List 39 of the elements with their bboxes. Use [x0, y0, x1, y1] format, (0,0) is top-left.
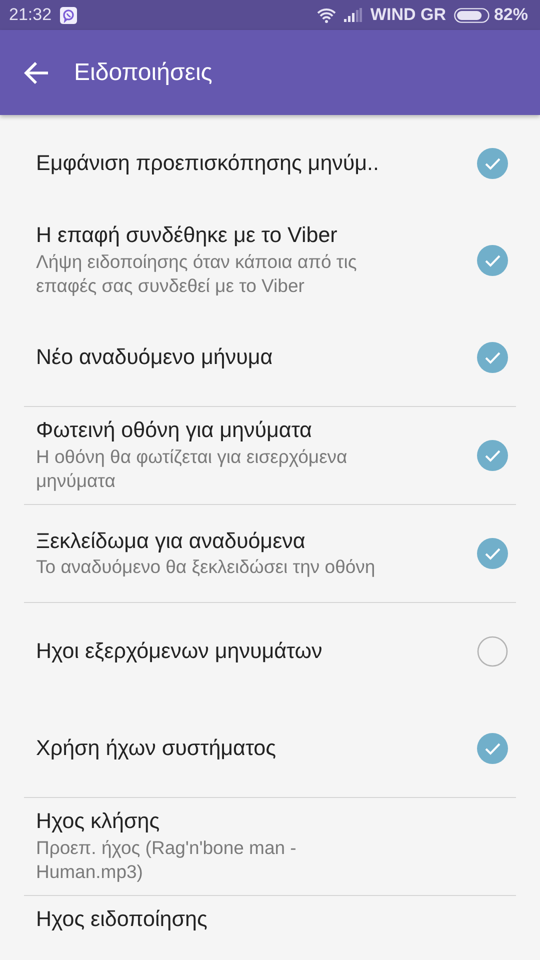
setting-row[interactable]: Ηχοι εξερχόμενων μηνυμάτων — [0, 603, 540, 700]
setting-description: Λήψη ειδοποίησης όταν κάποια από τις επαφές σας συνδεθεί με το Viber — [36, 250, 358, 298]
carrier-name: WIND GR — [370, 4, 446, 26]
setting-row[interactable]: Εμφάνιση προεπισκόπησης μηνύμ.. — [0, 115, 540, 212]
checkbox[interactable] — [476, 245, 508, 276]
setting-title: Ηχος ειδοποίησης — [36, 906, 208, 933]
setting-title: Ξεκλείδωμα για αναδυόμενα — [36, 528, 306, 554]
setting-row[interactable]: Φωτεινή οθόνη για μηνύματα Η οθόνη θα φωτίζεται για εισερχόμενα μηνύματα — [0, 407, 540, 504]
checkbox[interactable] — [476, 733, 508, 764]
battery-icon — [454, 8, 490, 22]
setting-description: Η οθόνη θα φωτίζεται για εισερχόμενα μηνύματα — [36, 445, 348, 494]
battery-percent: 82% — [494, 4, 528, 26]
setting-title: Εμφάνιση προεπισκόπησης μηνύμ.. — [36, 150, 380, 177]
setting-title: Χρήση ήχων συστήματος — [36, 734, 277, 762]
checkbox[interactable] — [476, 148, 508, 179]
status-time: 21:32 — [9, 4, 52, 26]
checkbox[interactable] — [476, 440, 508, 471]
screen-title: Ειδοποιήσεις — [74, 58, 212, 88]
setting-description: Προεπ. ήχος (Rag'n'bone man - Human.mp3) — [36, 836, 298, 884]
wifi-icon — [317, 8, 336, 22]
setting-title: Η επαφή συνδέθηκε με το Viber — [36, 222, 338, 250]
setting-row[interactable]: Ηχος κλήσης Προεπ. ήχος (Rag'n'bone man - Human.mp3) — [0, 798, 540, 895]
signal-icon — [344, 8, 362, 22]
setting-title: Νέο αναδυόμενο μήνυμα — [36, 344, 274, 371]
setting-row[interactable]: Ξεκλείδωμα για αναδυόμενα Το αναδυόμενο θα ξεκλειδώσει την οθόνη — [0, 505, 540, 602]
checkbox[interactable] — [476, 342, 508, 373]
checkbox[interactable] — [476, 636, 508, 667]
setting-title: Ηχοι εξερχόμενων μηνυμάτων — [36, 638, 324, 665]
setting-row[interactable]: Η επαφή συνδέθηκε με το Viber Λήψη ειδοποίησης όταν κάποια από τις επαφές σας συνδεθεί με το Viber — [0, 212, 540, 309]
setting-row[interactable]: Νέο αναδυόμενο μήνυμα — [0, 309, 540, 406]
setting-row[interactable]: Χρήση ήχων συστήματος — [0, 700, 540, 797]
setting-title: Ηχος κλήσης — [36, 808, 161, 836]
back-button[interactable] — [24, 60, 50, 84]
checkbox[interactable] — [476, 538, 508, 569]
chat-app-icon — [60, 6, 77, 24]
setting-description: Το αναδυόμενο θα ξεκλειδώσει την οθόνη — [36, 555, 376, 580]
setting-row[interactable]: Ηχος ειδοποίησης — [0, 896, 540, 941]
back-arrow-icon — [24, 60, 50, 84]
setting-title: Φωτεινή οθόνη για μηνύματα — [36, 417, 313, 444]
